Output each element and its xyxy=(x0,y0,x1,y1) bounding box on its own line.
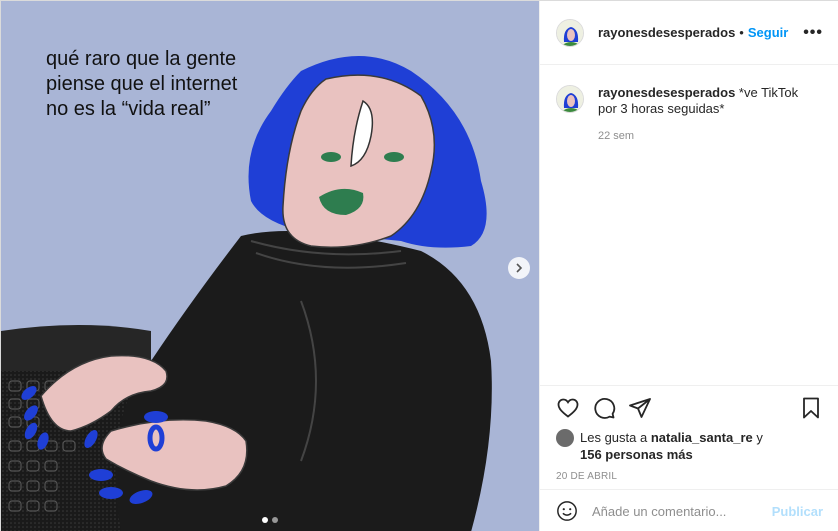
caption-username[interactable]: rayonesdesesperados xyxy=(598,85,735,100)
header-separator: • xyxy=(739,25,744,40)
action-icons xyxy=(556,396,823,420)
author-avatar[interactable] xyxy=(556,18,584,47)
caption-author-avatar[interactable] xyxy=(556,85,584,113)
likes-count[interactable]: 156 personas más xyxy=(580,447,693,462)
more-options-button[interactable]: ••• xyxy=(803,24,823,42)
liker-avatar[interactable] xyxy=(556,429,574,447)
avatar-illustration xyxy=(557,86,583,112)
caption-comment: rayonesdesesperados *ve TikTok por 3 hor… xyxy=(556,85,823,144)
heart-icon[interactable] xyxy=(556,396,580,420)
share-icon[interactable] xyxy=(628,396,652,420)
bookmark-icon[interactable] xyxy=(799,396,823,420)
post-actions: Les gusta a natalia_santa_re y 156 perso… xyxy=(540,385,838,482)
chevron-right-icon xyxy=(516,263,523,273)
caption-timestamp[interactable]: 22 sem xyxy=(598,128,808,144)
post-header: rayonesdesesperados • Seguir ••• xyxy=(540,1,838,65)
comment-input[interactable] xyxy=(592,503,772,519)
liker-username[interactable]: natalia_santa_re xyxy=(651,430,753,445)
follow-button[interactable]: Seguir xyxy=(748,25,788,40)
comments-section: rayonesdesesperados *ve TikTok por 3 hor… xyxy=(540,65,838,385)
author-username[interactable]: rayonesdesesperados xyxy=(598,25,735,40)
next-slide-button[interactable] xyxy=(508,257,530,279)
comment-icon[interactable] xyxy=(592,396,616,420)
carousel-indicator xyxy=(262,517,278,523)
add-comment-bar: Publicar xyxy=(540,489,838,531)
image-overlay-text: qué raro que la gente piense que el inte… xyxy=(46,48,238,120)
caption-body: rayonesdesesperados *ve TikTok por 3 hor… xyxy=(598,85,808,144)
likes-middle: y xyxy=(756,430,763,445)
post-date[interactable]: 20 DE ABRIL xyxy=(556,471,823,482)
post-media[interactable]: qué raro que la gente piense que el inte… xyxy=(1,1,539,531)
emoji-icon[interactable] xyxy=(556,500,578,522)
likes-text: Les gusta a natalia_santa_re y 156 perso… xyxy=(580,429,763,463)
carousel-dot xyxy=(272,517,278,523)
post-sidebar: rayonesdesesperados • Seguir ••• rayones… xyxy=(539,1,838,531)
carousel-dot-active xyxy=(262,517,268,523)
likes-prefix: Les gusta a xyxy=(580,430,648,445)
instagram-post: qué raro que la gente piense que el inte… xyxy=(0,0,838,531)
publish-button[interactable]: Publicar xyxy=(772,504,823,519)
likes-summary: Les gusta a natalia_santa_re y 156 perso… xyxy=(556,429,823,463)
avatar-illustration xyxy=(557,19,583,46)
